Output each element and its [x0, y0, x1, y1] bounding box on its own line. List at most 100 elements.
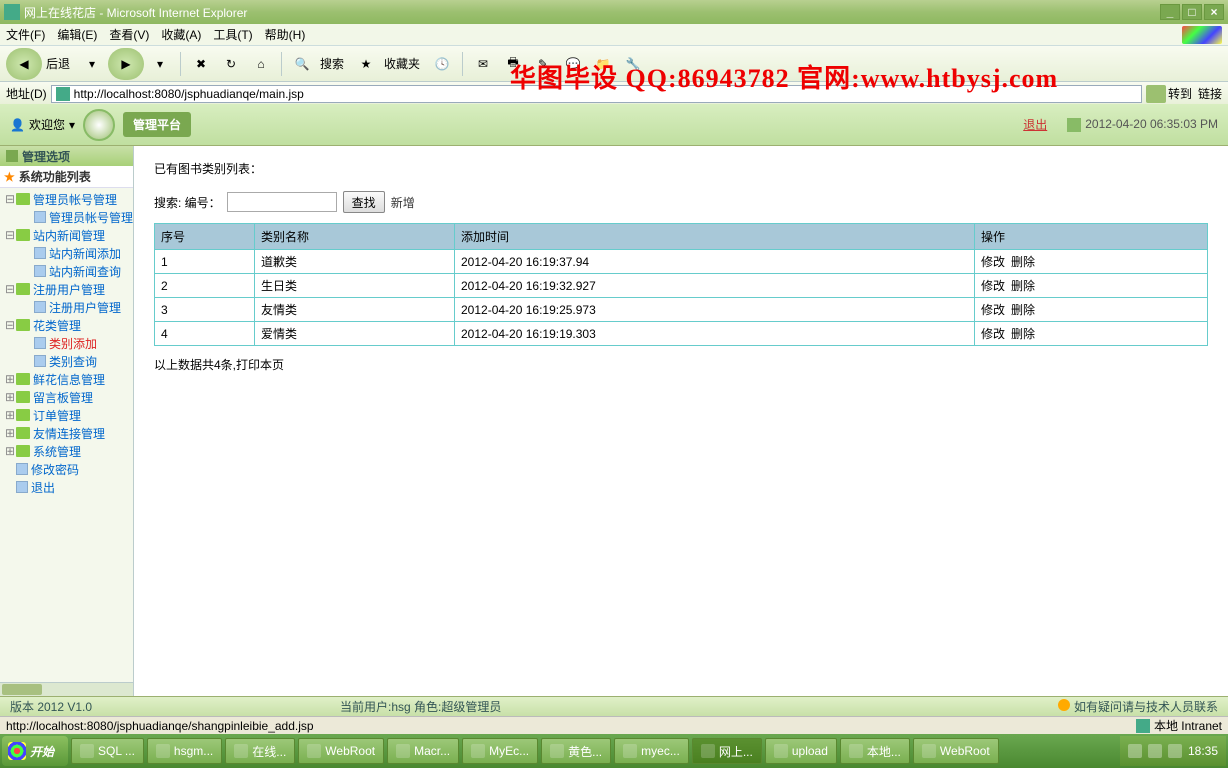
- tree-node[interactable]: 站内新闻添加: [0, 244, 133, 262]
- system-tray[interactable]: 18:35: [1120, 736, 1226, 766]
- back-button[interactable]: ◀: [6, 48, 42, 80]
- tree-node[interactable]: ⊟花类管理: [0, 316, 133, 334]
- tree-toggle-icon[interactable]: ⊟: [4, 282, 16, 296]
- forward-dropdown[interactable]: ▾: [146, 50, 174, 78]
- folder-icon: [16, 283, 30, 295]
- start-label: 开始: [30, 743, 54, 760]
- task-label: 本地...: [867, 743, 901, 760]
- taskbar-item[interactable]: SQL ...: [71, 738, 144, 764]
- edit-icon[interactable]: ✎: [529, 50, 557, 78]
- tree-node[interactable]: ⊞系统管理: [0, 442, 133, 460]
- tree-node[interactable]: ⊟注册用户管理: [0, 280, 133, 298]
- favorites-icon[interactable]: ★: [352, 50, 380, 78]
- mail-icon[interactable]: ✉: [469, 50, 497, 78]
- search-label[interactable]: 搜索: [320, 55, 344, 72]
- cell-no: 1: [155, 250, 255, 274]
- tree-node[interactable]: 修改密码: [0, 460, 133, 478]
- maximize-button[interactable]: □: [1182, 4, 1202, 20]
- platform-logo-icon: [83, 109, 115, 141]
- taskbar-item[interactable]: 本地...: [840, 738, 910, 764]
- taskbar-item[interactable]: Macr...: [387, 738, 459, 764]
- search-icon[interactable]: 🔍: [288, 50, 316, 78]
- tree-toggle-icon[interactable]: ⊞: [4, 390, 16, 404]
- taskbar-item[interactable]: WebRoot: [298, 738, 384, 764]
- tree-node[interactable]: ⊟站内新闻管理: [0, 226, 133, 244]
- tree-toggle-icon[interactable]: ⊟: [4, 318, 16, 332]
- folder-icon[interactable]: 📁: [589, 50, 617, 78]
- quit-link[interactable]: 退出: [1023, 116, 1047, 133]
- add-link[interactable]: 新增: [391, 194, 415, 211]
- edit-link[interactable]: 修改: [981, 255, 1005, 269]
- cell-ops: 修改删除: [975, 298, 1208, 322]
- address-label: 地址(D): [6, 85, 47, 102]
- menu-tools[interactable]: 工具(T): [213, 26, 252, 43]
- tree-node[interactable]: ⊞友情连接管理: [0, 424, 133, 442]
- stop-button[interactable]: ✖: [187, 50, 215, 78]
- tree-toggle-icon[interactable]: ⊟: [4, 192, 16, 206]
- window-title: 网上在线花店 - Microsoft Internet Explorer: [24, 4, 1158, 21]
- home-button[interactable]: ⌂: [247, 50, 275, 78]
- taskbar-item[interactable]: hsgm...: [147, 738, 222, 764]
- tree-toggle-icon[interactable]: ⊞: [4, 444, 16, 458]
- delete-link[interactable]: 删除: [1011, 279, 1035, 293]
- taskbar-item[interactable]: WebRoot: [913, 738, 999, 764]
- start-button[interactable]: 开始: [2, 736, 68, 766]
- tray-icon[interactable]: [1148, 744, 1162, 758]
- folder-icon: [16, 409, 30, 421]
- close-button[interactable]: ×: [1204, 4, 1224, 20]
- links-label[interactable]: 链接: [1198, 85, 1222, 102]
- discuss-icon[interactable]: 💬: [559, 50, 587, 78]
- version-text: 版本 2012 V1.0: [10, 698, 92, 715]
- delete-link[interactable]: 删除: [1011, 327, 1035, 341]
- taskbar-item[interactable]: myec...: [614, 738, 689, 764]
- cell-time: 2012-04-20 16:19:32.927: [455, 274, 975, 298]
- search-input[interactable]: [227, 192, 337, 212]
- tree-toggle-icon[interactable]: ⊞: [4, 426, 16, 440]
- delete-link[interactable]: 删除: [1011, 303, 1035, 317]
- taskbar-item[interactable]: MyEc...: [462, 738, 538, 764]
- tree-node[interactable]: 类别添加: [0, 334, 133, 352]
- tree-node[interactable]: ⊞订单管理: [0, 406, 133, 424]
- tree-node[interactable]: ⊞鲜花信息管理: [0, 370, 133, 388]
- favorites-label[interactable]: 收藏夹: [384, 55, 420, 72]
- tool-icon[interactable]: 🔧: [619, 50, 647, 78]
- edit-link[interactable]: 修改: [981, 279, 1005, 293]
- menu-view[interactable]: 查看(V): [109, 26, 149, 43]
- taskbar-item[interactable]: upload: [765, 738, 837, 764]
- tree-node[interactable]: 注册用户管理: [0, 298, 133, 316]
- back-dropdown[interactable]: ▾: [78, 50, 106, 78]
- edit-link[interactable]: 修改: [981, 303, 1005, 317]
- taskbar-item[interactable]: 在线...: [225, 738, 295, 764]
- address-input[interactable]: http://localhost:8080/jsphuadianqe/main.…: [51, 85, 1142, 103]
- sidebar-scrollbar[interactable]: [0, 682, 133, 696]
- tree-node[interactable]: 站内新闻查询: [0, 262, 133, 280]
- refresh-button[interactable]: ↻: [217, 50, 245, 78]
- search-button[interactable]: 查找: [343, 191, 385, 213]
- tree-node[interactable]: 退出: [0, 478, 133, 496]
- go-button[interactable]: [1146, 85, 1166, 103]
- tree-node[interactable]: 类别查询: [0, 352, 133, 370]
- tree-toggle-icon[interactable]: ⊟: [4, 228, 16, 242]
- tray-icon[interactable]: [1128, 744, 1142, 758]
- delete-link[interactable]: 删除: [1011, 255, 1035, 269]
- edit-link[interactable]: 修改: [981, 327, 1005, 341]
- menu-file[interactable]: 文件(F): [6, 26, 45, 43]
- taskbar-item[interactable]: 网上...: [692, 738, 762, 764]
- scrollbar-thumb[interactable]: [2, 684, 42, 695]
- menu-edit[interactable]: 编辑(E): [57, 26, 97, 43]
- tray-icon[interactable]: [1168, 744, 1182, 758]
- tree-node[interactable]: 管理员帐号管理: [0, 208, 133, 226]
- menu-fav[interactable]: 收藏(A): [161, 26, 201, 43]
- minimize-button[interactable]: _: [1160, 4, 1180, 20]
- tree-toggle-icon[interactable]: ⊞: [4, 408, 16, 422]
- tree-node[interactable]: ⊞留言板管理: [0, 388, 133, 406]
- tree-node[interactable]: ⊟管理员帐号管理: [0, 190, 133, 208]
- go-label[interactable]: 转到: [1168, 85, 1192, 102]
- print-icon[interactable]: 🖶: [499, 50, 527, 78]
- welcome-dropdown-icon[interactable]: ▾: [69, 118, 75, 132]
- history-icon[interactable]: 🕓: [428, 50, 456, 78]
- forward-button[interactable]: ▶: [108, 48, 144, 80]
- menu-help[interactable]: 帮助(H): [265, 26, 306, 43]
- tree-toggle-icon[interactable]: ⊞: [4, 372, 16, 386]
- taskbar-item[interactable]: 黄色...: [541, 738, 611, 764]
